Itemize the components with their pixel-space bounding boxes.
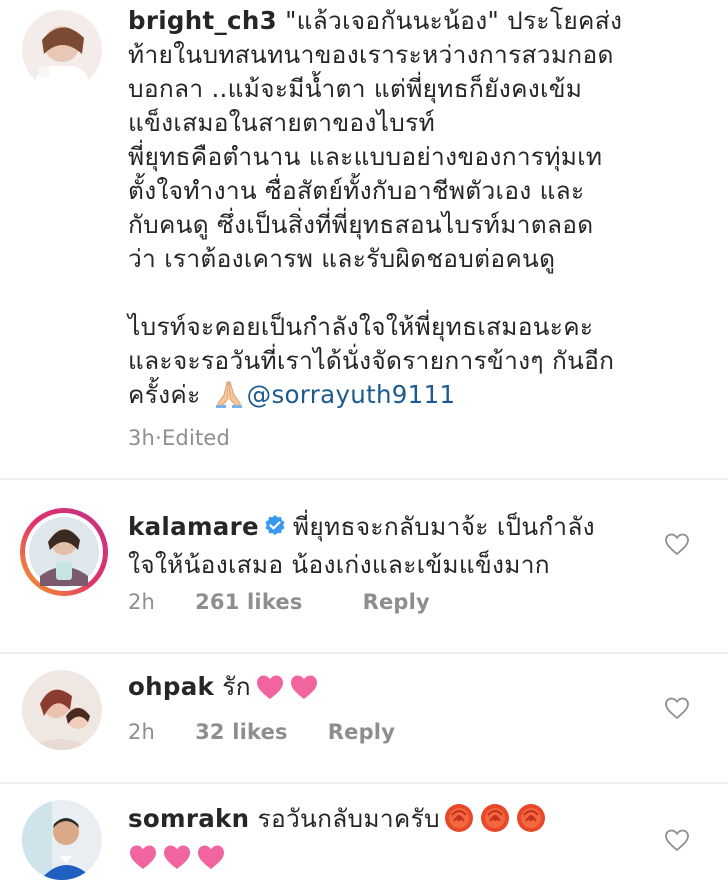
caption-line-9: ไบรท์จะคอยเป็นกำลังใจให้พี่ยุทธเสมอนะคะ (128, 312, 594, 341)
like-button[interactable] (664, 828, 690, 852)
caption-time: 3h (128, 426, 156, 450)
rose-icon (478, 801, 512, 835)
caption-line-8: ว่า เราต้องเคารพ และรับผิดชอบต่อคนดู (128, 244, 556, 273)
caption-line-10: และจะรอวันที่เราได้นั่งจัดรายการข้างๆ กั… (128, 346, 615, 375)
comment-username[interactable]: ohpak (128, 672, 214, 701)
heart-outline-icon (665, 829, 689, 851)
caption-spacer (128, 276, 718, 310)
comment-text: somrakn รอวันกลับมาครับ (128, 800, 668, 876)
comment-username[interactable]: somrakn (128, 804, 249, 833)
comment-emoji-line-2 (128, 838, 668, 876)
comment-time: 2h (128, 720, 156, 744)
avatar-photo-somrakn (22, 800, 102, 880)
avatar-story-ring[interactable] (18, 506, 110, 598)
caption-line-3: บอกลา ..แม้จะมีน้ำตา แต่พี่ยุทธก็ยังคงเข… (128, 74, 583, 103)
comment-meta: 2h 32 likes Reply (128, 720, 395, 744)
mention-link[interactable]: @sorrayuth9111 (247, 380, 456, 409)
avatar[interactable] (22, 800, 102, 880)
rose-icon (514, 801, 548, 835)
pink-heart-icon (255, 673, 285, 701)
heart-outline-icon (665, 697, 689, 719)
likes-count[interactable]: 32 likes (195, 720, 288, 744)
pink-heart-icon (162, 843, 192, 871)
caption-meta: 3h · Edited (128, 426, 230, 450)
pink-heart-icon (128, 843, 158, 871)
caption-line-11: ครั้งค่ะ (128, 380, 209, 409)
like-button[interactable] (664, 532, 690, 556)
comment-line-1: พี่ยุทธจะกลับมาจ้ะ เป็นกำลัง (292, 512, 595, 541)
comment-text: ohpak รัก (128, 668, 668, 706)
comment-line-2: ใจให้น้องเสมอ น้องเก่งและเข้มแข็งมาก (128, 550, 550, 579)
verified-badge-icon (263, 511, 287, 536)
like-button[interactable] (664, 696, 690, 720)
avatar[interactable] (22, 10, 102, 90)
rose-icon (442, 801, 476, 835)
reply-button[interactable]: Reply (363, 590, 430, 614)
edited-label[interactable]: Edited (162, 426, 230, 450)
avatar[interactable] (22, 670, 102, 750)
heart-outline-icon (665, 533, 689, 555)
caption-text: bright_ch3 "แล้วเจอกันนะน้อง" ประโยคส่ง … (128, 4, 718, 412)
avatar-photo-bright (22, 10, 102, 90)
caption-line-4: แข็งเสมอในสายตาของไบรท์ (128, 108, 436, 137)
comment-text: kalamare พี่ยุทธจะกลับมาจ้ะ เป็นกำลัง ใจใ… (128, 508, 668, 584)
comment-line-1: รัก (222, 672, 251, 701)
divider (0, 478, 728, 480)
pink-heart-icon (289, 673, 319, 701)
divider (0, 652, 728, 654)
caption-block: bright_ch3 "แล้วเจอกันนะน้อง" ประโยคส่ง … (0, 0, 728, 480)
folded-hands-icon (213, 379, 243, 409)
caption-line-7: กับคนดู ซึ่งเป็นสิ่งที่พี่ยุทธสอนไบรท์มา… (128, 210, 594, 239)
comment-meta: 2h 261 likes Reply (128, 590, 430, 614)
avatar-photo-ohpak (22, 670, 102, 750)
comment-line-1: รอวันกลับมาครับ (257, 804, 440, 833)
caption-line-6: ตั้งใจทำงาน ซื่อสัตย์ทั้งกับอาชีพตัวเอง … (128, 176, 585, 205)
likes-count[interactable]: 261 likes (195, 590, 303, 614)
meta-separator: · (155, 426, 162, 450)
comment-time: 2h (128, 590, 156, 614)
pink-heart-icon (196, 843, 226, 871)
caption-username[interactable]: bright_ch3 (128, 6, 277, 35)
reply-button[interactable]: Reply (328, 720, 395, 744)
caption-line-5: พี่ยุทธคือตำนาน และแบบอย่างของการทุ่มเท (128, 142, 603, 171)
caption-line-1: "แล้วเจอกันนะน้อง" ประโยคส่ง (276, 6, 623, 35)
divider (0, 782, 728, 784)
comment-username[interactable]: kalamare (128, 512, 259, 541)
caption-line-2: ท้ายในบทสนทนาของเราระหว่างการสวมกอด (128, 40, 614, 69)
